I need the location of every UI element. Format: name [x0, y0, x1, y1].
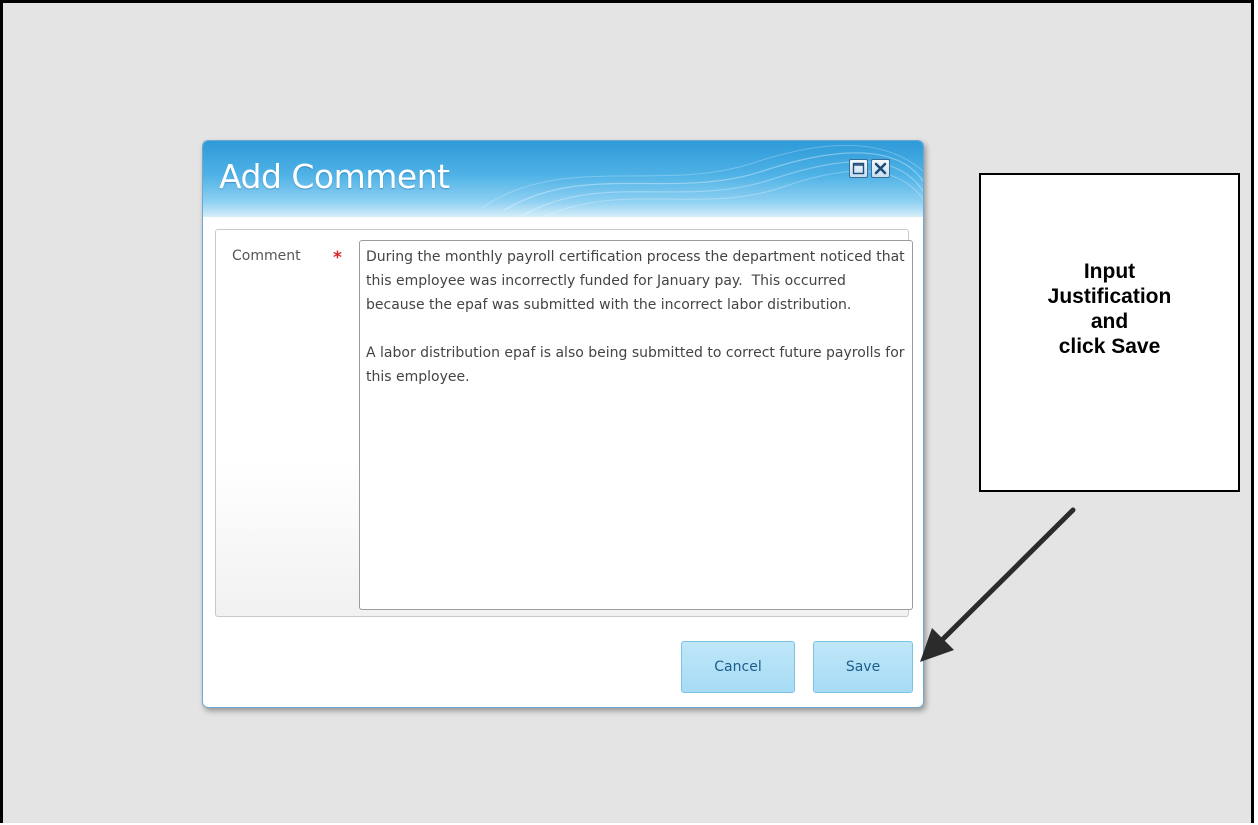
callout-line-2: Justification	[1047, 285, 1172, 308]
instruction-callout: Input Justification and click Save	[979, 173, 1240, 492]
maximize-icon	[852, 162, 865, 175]
callout-text: Input Justification and click Save	[981, 259, 1238, 359]
close-button[interactable]	[871, 159, 890, 178]
dialog-title: Add Comment	[219, 157, 450, 196]
callout-line-1: Input	[1083, 260, 1136, 283]
comment-textarea[interactable]: During the monthly payroll certification…	[359, 240, 913, 610]
cancel-button[interactable]: Cancel	[681, 641, 795, 693]
close-icon	[874, 162, 887, 175]
add-comment-dialog: Add Comment Comment * During the monthly…	[202, 140, 924, 708]
save-button[interactable]: Save	[813, 641, 913, 693]
dialog-titlebar: Add Comment	[203, 141, 923, 217]
required-marker: *	[333, 248, 342, 268]
callout-line-4: click Save	[1058, 335, 1161, 358]
callout-line-3: and	[1090, 310, 1129, 333]
comment-label: Comment	[232, 248, 301, 264]
maximize-button[interactable]	[849, 159, 868, 178]
comment-form-panel: Comment * During the monthly payroll cer…	[215, 229, 913, 617]
